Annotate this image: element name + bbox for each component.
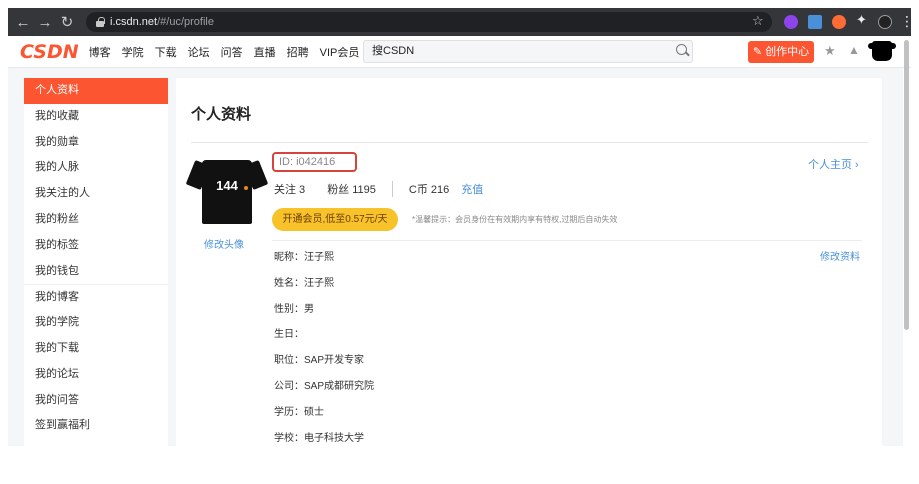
field-birthday: 生日： bbox=[274, 329, 304, 341]
main-nav: 博客 学院 下载 论坛 问答 直播 招聘 VIP会员 bbox=[89, 44, 360, 60]
extension-icon[interactable] bbox=[832, 15, 846, 29]
sidebar-item-blog[interactable]: 我的博客 bbox=[24, 284, 168, 310]
profile-panel: 个人资料 144 修改头像 ID: i042416 个人主页 › 关注 3 粉丝… bbox=[176, 78, 882, 446]
nav-item[interactable]: 论坛 bbox=[188, 44, 210, 60]
sidebar-item-forum[interactable]: 我的论坛 bbox=[24, 362, 168, 388]
sidebar-item-academy[interactable]: 我的学院 bbox=[24, 310, 168, 336]
extension-icon[interactable] bbox=[784, 15, 798, 29]
profile-fields: 昵称：汪子熙 姓名：汪子熙 性别：男 生日： 职位：SAP开发专家 公司：SAP… bbox=[274, 248, 374, 454]
search-icon[interactable] bbox=[676, 44, 687, 55]
menu-dots-icon[interactable]: ⋮ bbox=[900, 13, 914, 30]
user-id: ID: i042416 bbox=[272, 152, 357, 172]
stats-separator bbox=[391, 181, 393, 197]
vip-note: *温馨提示：会员身份在有效期内享有特权,过期后自动失效 bbox=[412, 215, 618, 224]
nav-item[interactable]: 招聘 bbox=[287, 44, 309, 60]
following-count[interactable]: 关注 3 bbox=[274, 181, 305, 197]
sidebar-item-checkin[interactable]: 签到赢福利 bbox=[24, 413, 168, 439]
sidebar-item-downloads[interactable]: 我的下载 bbox=[24, 336, 168, 362]
page-scrollbar[interactable] bbox=[904, 40, 909, 330]
back-icon[interactable]: ← bbox=[12, 14, 34, 31]
profile-avatar[interactable]: 144 bbox=[185, 156, 269, 228]
jersey-image: 144 bbox=[202, 160, 252, 224]
csdn-logo[interactable]: CSDN bbox=[20, 41, 79, 63]
notification-bell-icon[interactable]: ▲ bbox=[848, 43, 860, 57]
forward-icon[interactable]: → bbox=[34, 14, 56, 31]
extension-icon[interactable] bbox=[808, 15, 822, 29]
site-header: CSDN 博客 学院 下载 论坛 问答 直播 招聘 VIP会员 搜CSDN ✎ … bbox=[8, 36, 911, 68]
edit-profile-link[interactable]: 修改资料 bbox=[820, 248, 860, 263]
sidebar-item-wallet[interactable]: 我的钱包 bbox=[24, 259, 168, 285]
vip-subscribe-button[interactable]: 开通会员,低至0.57元/天 bbox=[272, 208, 398, 231]
nav-item[interactable]: 直播 bbox=[254, 44, 276, 60]
address-bar[interactable]: i.csdn.net/#/uc/profile bbox=[86, 12, 772, 32]
browser-toolbar: ← → ↻ i.csdn.net/#/uc/profile ☆ ✦ ⋮ bbox=[8, 8, 914, 36]
field-company: 公司：SAP成都研究院 bbox=[274, 380, 375, 392]
sidebar-item-qa[interactable]: 我的问答 bbox=[24, 388, 168, 414]
nav-item[interactable]: 学院 bbox=[122, 44, 144, 60]
search-input[interactable]: 搜CSDN bbox=[363, 40, 693, 63]
sidebar-item-connections[interactable]: 我的人脉 bbox=[24, 155, 168, 181]
user-avatar[interactable] bbox=[868, 41, 896, 61]
create-center-label: 创作中心 bbox=[765, 46, 810, 58]
page-title: 个人资料 bbox=[191, 106, 252, 123]
personal-homepage-label: 个人主页 bbox=[808, 159, 852, 171]
sidebar-item-tags[interactable]: 我的标签 bbox=[24, 233, 168, 259]
nav-item[interactable]: 问答 bbox=[221, 44, 243, 60]
profile-avatar-icon[interactable] bbox=[878, 15, 892, 29]
sidebar-item-profile[interactable]: 个人资料 bbox=[24, 78, 168, 104]
credit-balance: C币 216 bbox=[408, 184, 450, 196]
sidebar-item-fans[interactable]: 我的粉丝 bbox=[24, 207, 168, 233]
field-name: 姓名：汪子熙 bbox=[274, 277, 334, 289]
divider bbox=[272, 240, 862, 241]
sidebar-item-following[interactable]: 我关注的人 bbox=[24, 181, 168, 207]
create-center-button[interactable]: ✎ 创作中心 bbox=[748, 41, 814, 63]
field-education: 学历：硕士 bbox=[274, 406, 324, 418]
url-host: i.csdn.net bbox=[110, 16, 158, 28]
sidebar-item-favorites[interactable]: 我的收藏 bbox=[24, 104, 168, 130]
favorites-star-icon[interactable]: ★ bbox=[824, 43, 836, 59]
pen-icon: ✎ bbox=[752, 46, 766, 58]
url-path: /#/uc/profile bbox=[157, 16, 214, 28]
profile-sidebar: 个人资料 我的收藏 我的勋章 我的人脉 我关注的人 我的粉丝 我的标签 我的钱包… bbox=[24, 78, 168, 446]
lock-icon bbox=[96, 17, 105, 27]
bookmark-star-icon[interactable]: ☆ bbox=[752, 13, 764, 29]
reload-icon[interactable]: ↻ bbox=[56, 13, 78, 31]
nav-item[interactable]: VIP会员 bbox=[320, 44, 360, 60]
url-text: i.csdn.net/#/uc/profile bbox=[110, 16, 214, 28]
recharge-link[interactable]: 充值 bbox=[461, 181, 483, 197]
nav-item[interactable]: 下载 bbox=[155, 44, 177, 60]
nav-item[interactable]: 博客 bbox=[89, 44, 111, 60]
personal-homepage-link[interactable]: 个人主页 › bbox=[808, 156, 859, 172]
puzzle-icon[interactable]: ✦ bbox=[856, 12, 867, 28]
field-position: 职位：SAP开发专家 bbox=[274, 355, 365, 367]
sidebar-item-badges[interactable]: 我的勋章 bbox=[24, 130, 168, 156]
profile-stats: 关注 3 粉丝 1195 C币 216 充值 bbox=[274, 181, 483, 197]
divider bbox=[191, 142, 868, 143]
edit-avatar-link[interactable]: 修改头像 bbox=[204, 236, 244, 251]
chevron-right-icon: › bbox=[852, 159, 859, 171]
field-school: 学校：电子科技大学 bbox=[274, 432, 364, 444]
field-gender: 性别：男 bbox=[274, 303, 314, 315]
jersey-emblem bbox=[244, 186, 248, 190]
field-nickname: 昵称：汪子熙 bbox=[274, 252, 334, 263]
followers-count[interactable]: 粉丝 1195 bbox=[327, 181, 376, 197]
